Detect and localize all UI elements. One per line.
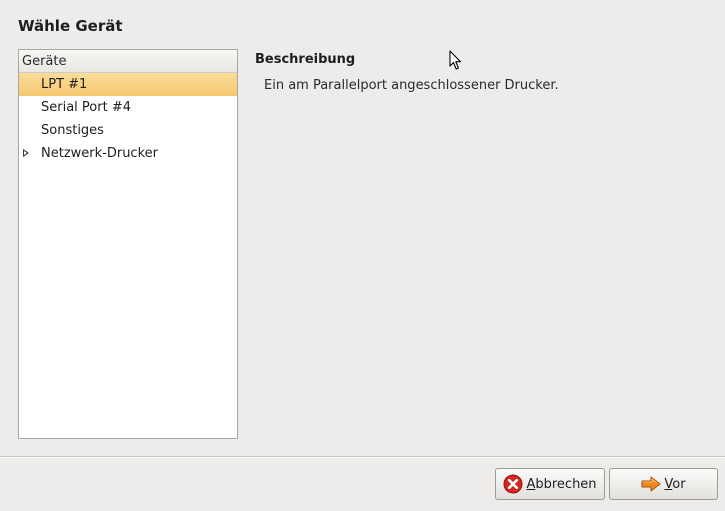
list-item-label: Netzwerk-Drucker (41, 146, 158, 161)
list-item-serial-port-4[interactable]: Serial Port #4 (19, 96, 237, 119)
expander-triangle-icon[interactable] (23, 149, 29, 157)
forward-button-label: Vor (664, 477, 685, 492)
list-item-label: Serial Port #4 (41, 100, 131, 115)
list-item-lpt1[interactable]: LPT #1 (19, 73, 237, 96)
device-list-header[interactable]: Geräte (19, 50, 237, 73)
cancel-button-label: Abbrechen (526, 477, 596, 492)
mouse-cursor-icon (449, 50, 462, 70)
cancel-icon (503, 474, 523, 494)
footer-separator (0, 456, 725, 458)
description-heading: Beschreibung (255, 52, 356, 67)
forward-arrow-icon (641, 476, 661, 492)
page-title: Wähle Gerät (18, 17, 123, 35)
device-list[interactable]: Geräte LPT #1 Serial Port #4 Sonstiges N… (18, 49, 238, 439)
description-text: Ein am Parallelport angeschlossener Druc… (264, 78, 559, 93)
cancel-label-rest: bbrechen (535, 476, 597, 492)
list-item-sonstiges[interactable]: Sonstiges (19, 119, 237, 142)
forward-label-rest: or (672, 476, 686, 492)
forward-button[interactable]: Vor (609, 468, 718, 500)
cancel-button[interactable]: Abbrechen (495, 468, 605, 500)
list-item-label: LPT #1 (41, 77, 88, 92)
list-item-label: Sonstiges (41, 123, 104, 138)
list-item-netzwerk-drucker[interactable]: Netzwerk-Drucker (19, 142, 237, 165)
